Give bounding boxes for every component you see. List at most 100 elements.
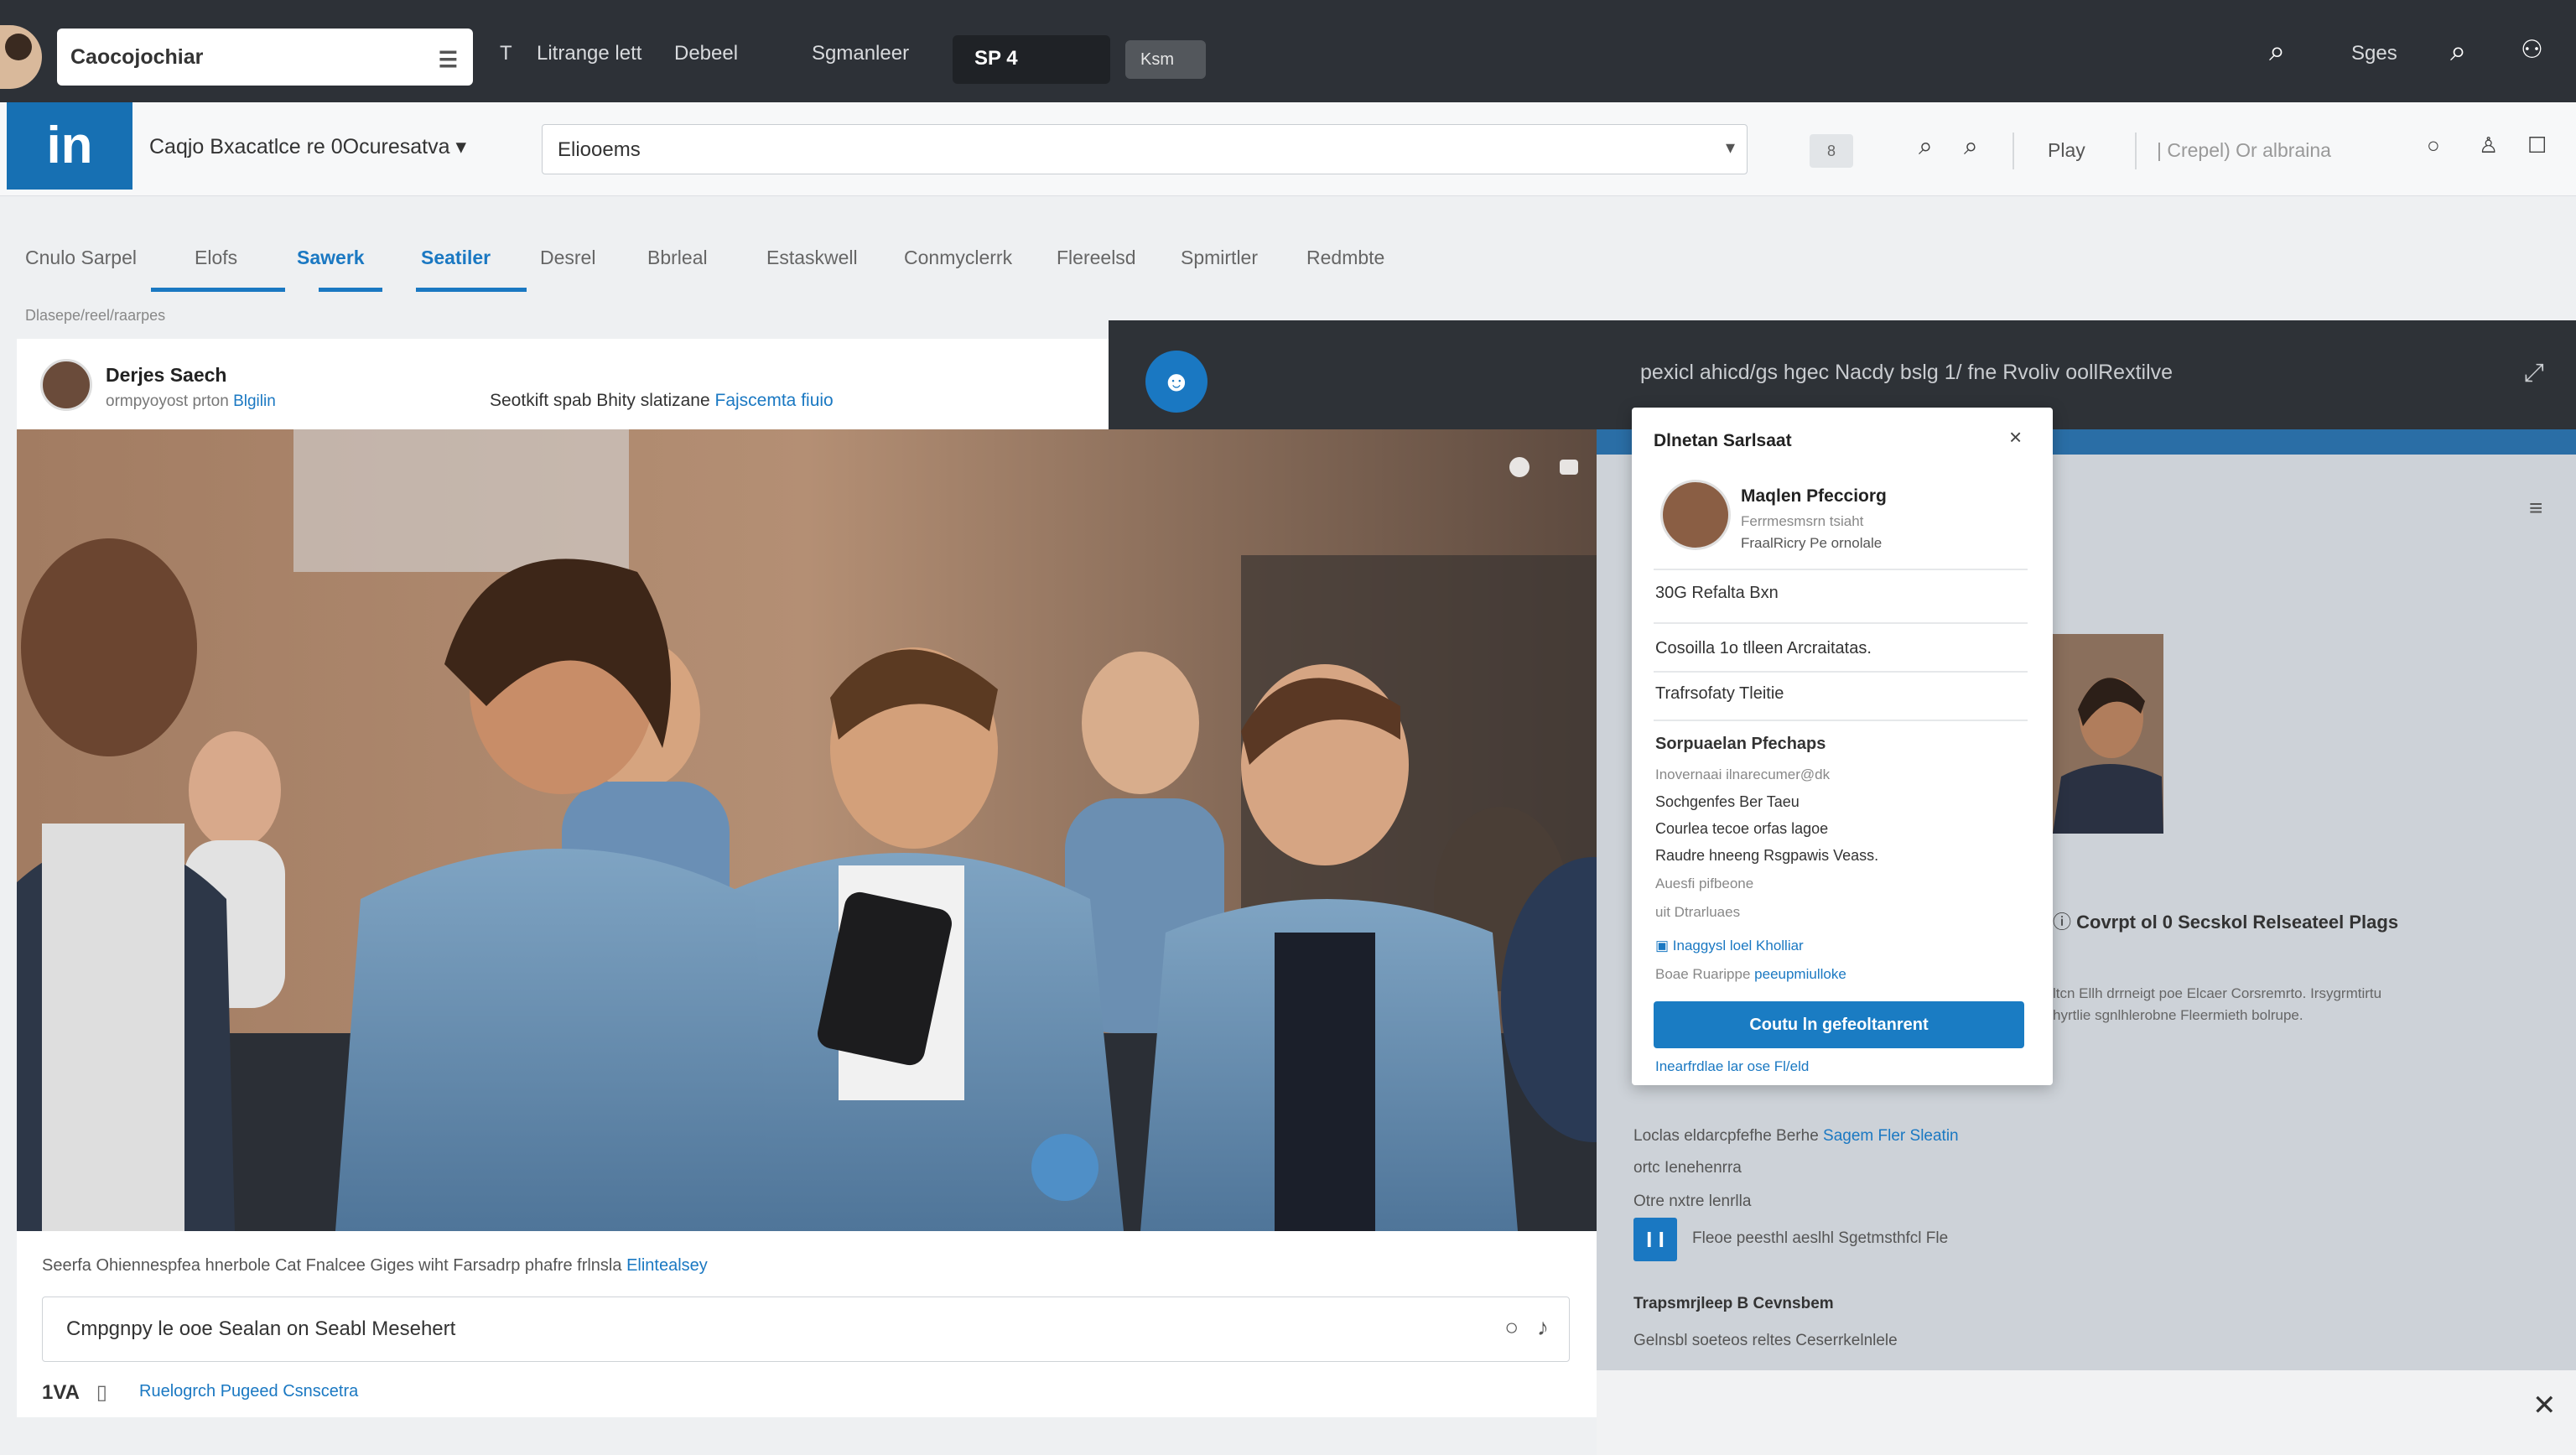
bookmark-icon[interactable]: ▯ [96,1381,107,1404]
chevron-down-icon[interactable]: ▾ [1726,137,1735,158]
topnav-item-1[interactable]: T [500,42,512,65]
divider [1654,671,2028,673]
search-icon[interactable]: ⌕ [2450,35,2466,68]
popover-item[interactable]: uit Dtrarluaes [1655,904,1740,921]
caption-link[interactable]: Elintealsey [626,1256,708,1275]
copy-icon[interactable]: ☐ [2527,133,2547,158]
linkedin-logo[interactable]: in [7,102,132,190]
main-search-input[interactable]: Eliooems ▾ [542,124,1748,174]
popover-avatar[interactable] [1660,480,1731,550]
panel-line-5: Gelnsbl soeteos reltes Ceserrkelnlele [1633,1332,1898,1349]
mic-icon[interactable]: ♪ [1537,1314,1549,1340]
post-subtitle-text: ormpyoyost prton [106,392,229,410]
popover-link-2-prefix: Boae Ruarippe [1655,966,1751,982]
workspace-label: Caqjo Bxacatlce re 0Ocuresatva [149,135,450,158]
tab-5[interactable]: Desrel [540,247,595,269]
panel-line-1-text: Loclas eldarcpfefhe Berhe [1633,1127,1819,1145]
caption-text: Seerfa Ohiennespfea hnerbole Cat Fnalcee… [42,1256,622,1275]
popover-link-2-text[interactable]: peeupmiulloke [1754,966,1846,982]
checkbox-icon[interactable]: ▣ [1655,938,1673,954]
tab-10[interactable]: Spmirtler [1181,247,1258,269]
app-icon[interactable]: I I [1633,1218,1677,1261]
play-button[interactable]: Play [2048,139,2085,162]
tab-7[interactable]: Estaskwell [766,247,858,269]
popover-line-2[interactable]: Trafrsofaty Tleitie [1655,684,1784,704]
global-search-field[interactable]: Caocojochiar ☰ [57,29,473,86]
tab-underline [319,288,382,292]
tab-11[interactable]: Redmbte [1306,247,1384,269]
tab-underline-active [416,288,527,292]
divider [1654,720,2028,721]
panel-line-4: Fleoe peesthl aeslhl Sgetmsthfcl Fle [1692,1229,1949,1247]
panel-title: ⓘ Covrpt ol 0 Secskol Relseateel Plags [2053,907,2398,934]
post-subtitle-link[interactable]: Blgilin [233,392,276,410]
post-announcement: Seotkift spab Bhity slatizane Fajscemta … [490,391,834,411]
tab-9[interactable]: Flereelsd [1057,247,1136,269]
search-icon[interactable]: ⌕ [2269,35,2285,68]
team-icon[interactable]: ☻ [1145,351,1208,413]
top-grey-tab[interactable]: Ksm [1125,40,1206,79]
search-icon[interactable]: ⌕ [1919,133,1933,161]
popover-item[interactable]: Raudre hneeng Rsgpawis Veass. [1655,847,1878,865]
info-icon: ⓘ [2053,912,2077,933]
topnav-item-3[interactable]: Debeel [674,42,738,65]
reaction-count[interactable]: 1VA ▯ [42,1380,107,1405]
search-icon[interactable]: ⌕ [1964,133,1978,161]
breadcrumb: Dlasepe/reel/raarpes [25,307,166,324]
panel-section-heading: Trapsmrjleep B Cevnsbem [1633,1295,1834,1312]
filter-button[interactable]: 8 [1810,134,1853,168]
top-right-label[interactable]: Sges [2351,42,2397,65]
team-photo [17,429,1597,1231]
workspace-select[interactable]: Caqjo Bxacatlce re 0Ocuresatva ▾ [149,134,466,159]
post-image[interactable] [17,429,1597,1231]
refresh-icon[interactable]: ○ [2427,133,2440,158]
tab-active[interactable]: Seatiler [421,247,491,269]
panel-description: ltcn Ellh drrneigt poe Elcaer Corsremrto… [2053,985,2382,1023]
popover-muted-line: Inovernaai ilnarecumer@dk [1655,766,1831,782]
author-avatar[interactable] [40,359,92,411]
comment-actions: ○ ♪ [1504,1314,1549,1341]
panel-line-1-link[interactable]: Sagem Fler Sleatin [1823,1127,1959,1145]
popover-stat: 30G Refalta Bxn [1655,584,1779,602]
close-icon[interactable]: × [2009,424,2022,450]
tab-2[interactable]: Elofs [195,247,237,269]
divider [2012,133,2014,169]
tab-3[interactable]: Sawerk [297,247,365,269]
popover-line-1[interactable]: Cosoilla 1o tlleen Arcraitatas. [1655,639,1872,658]
post-author-name[interactable]: Derjes Saech [106,364,226,387]
panel-title-text: Covrpt ol 0 Secskol Relseateel Plags [2076,912,2399,933]
popover-link-1[interactable]: ▣ Inaggysl loel Kholliar [1655,938,1804,954]
tab-6[interactable]: Bbrleal [647,247,708,269]
panel-line-3: Otre nxtre lenrlla [1633,1193,1752,1210]
close-icon[interactable]: ✕ [2532,1389,2557,1422]
menu-icon[interactable]: ≡ [2529,495,2542,522]
topnav-item-2[interactable]: Litrange lett [537,42,641,65]
tab-8[interactable]: Conmyclerrk [904,247,1012,269]
tab-1[interactable]: Cnulo Sarpel [25,247,137,269]
search-icon[interactable]: ○ [1504,1314,1519,1340]
popover-person-name[interactable]: Maqlen Pfecciorg [1741,486,1887,507]
popover-person-location: FraalRicry Pe ornolale [1741,535,1883,551]
popover-link-2: Boae Ruarippe peeupmiulloke [1655,966,1846,983]
comment-input[interactable]: Cmpgnpy le ooe Sealan on Seabl Mesehert … [42,1297,1570,1362]
divider [1654,622,2028,624]
popover-item[interactable]: Sochgenfes Ber Taeu [1655,793,1800,811]
expand-icon[interactable]: ⤢ [2524,359,2544,387]
bottom-bar [1597,1370,2576,1455]
popover-person-headline: Ferrmesmsrn tsiaht [1741,513,1864,529]
user-icon[interactable]: ♙ [2479,133,2498,158]
menu-icon[interactable]: ☰ [439,47,458,73]
post-announcement-link[interactable]: Fajscemta fiuio [715,391,834,410]
reactions-link[interactable]: Ruelogrch Pugeed Csnscetra [139,1382,358,1401]
popover-item[interactable]: Courlea tecoe orfas lagoe [1655,820,1828,838]
topnav-item-4[interactable]: Sgmanleer [812,42,909,65]
profile-photo[interactable] [2053,634,2163,834]
user-settings-icon[interactable]: ⚇ [2521,35,2543,65]
post-author-subtitle: ormpyoyost prton Blgilin [106,392,276,411]
top-dark-tab[interactable]: SP 4 [953,35,1110,84]
connect-button[interactable]: Coutu ln gefeoltanrent [1654,1001,2024,1048]
popover-item[interactable]: Auesfi pifbeone [1655,876,1753,892]
popover-footer-link[interactable]: Inearfrdlae lar ose Fl/eld [1655,1058,1809,1075]
tab-bar [0,196,2576,297]
tab-underline [151,288,285,292]
